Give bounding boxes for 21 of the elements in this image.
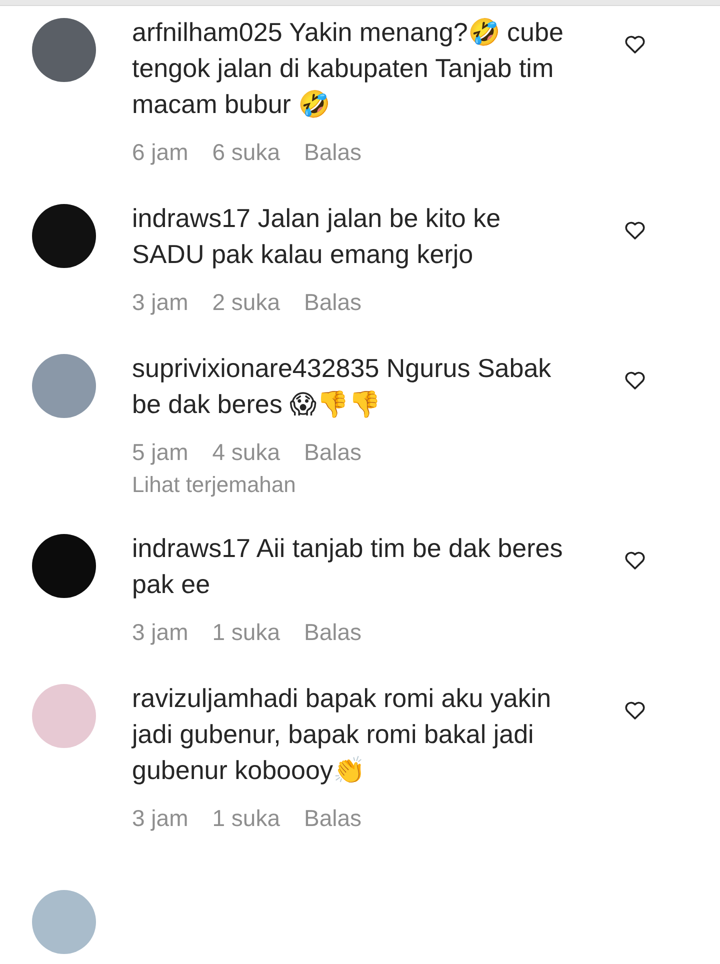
comment-time: 6 jam (132, 138, 188, 167)
like-count[interactable]: 6 suka (212, 134, 280, 170)
comment-time: 3 jam (132, 618, 188, 647)
like-count[interactable]: 2 suka (212, 284, 280, 320)
translate-link[interactable]: Lihat terjemahan (132, 470, 572, 500)
comment-text: indraws17 Aii tanjab tim be dak beres pak ee (132, 532, 564, 601)
comment-text: suprivixionare432835 Ngurus Sabak be dak beres 😱👎👎 (132, 352, 552, 421)
comment-text: indraws17 Jalan jalan be kito ke SADU pak kalau emang kerjo (132, 202, 502, 271)
reply-link[interactable]: Balas (304, 434, 362, 470)
like-count[interactable]: 4 suka (212, 434, 280, 470)
reply-link[interactable]: Balas (304, 134, 362, 170)
comment-text: ravizuljamhadi bapak romi aku yakin jadi gubenur, bapak romi bakal jadi gubenur koboooy👏 (132, 682, 552, 787)
reply-link[interactable]: Balas (304, 800, 362, 836)
comment-text: arfnilham025 Yakin menang?🤣 cube tengok jalan di kabupaten Tanjab tim macam bubur 🤣 (132, 16, 564, 121)
like-count[interactable]: 1 suka (212, 800, 280, 836)
comment-time: 3 jam (132, 804, 188, 833)
comment-time: 3 jam (132, 288, 188, 317)
comment-time: 5 jam (132, 438, 188, 467)
like-count[interactable]: 1 suka (212, 614, 280, 650)
reply-link[interactable]: Balas (304, 614, 362, 650)
reply-link[interactable]: Balas (304, 284, 362, 320)
